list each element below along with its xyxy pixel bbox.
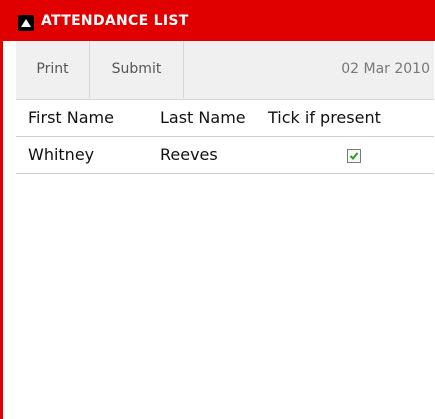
triangle-up-icon	[21, 19, 31, 27]
print-button[interactable]: Print	[16, 41, 90, 98]
window-title: ATTENDANCE LIST	[41, 13, 189, 29]
column-header-first-name: First Name	[28, 108, 114, 127]
last-name-cell: Reeves	[160, 145, 218, 164]
collapse-toggle-button[interactable]	[18, 15, 34, 31]
toolbar: Print Submit 02 Mar 2010	[16, 41, 434, 100]
table-row: Whitney Reeves	[16, 137, 434, 174]
date-label: 02 Mar 2010	[341, 61, 430, 77]
present-checkbox[interactable]	[347, 149, 361, 163]
first-name-cell: Whitney	[28, 145, 95, 164]
title-bar: ATTENDANCE LIST	[3, 0, 435, 41]
table-header-row: First Name Last Name Tick if present	[16, 100, 434, 137]
submit-button[interactable]: Submit	[90, 41, 184, 98]
checkmark-icon	[349, 152, 359, 160]
column-header-last-name: Last Name	[160, 108, 246, 127]
attendance-panel: ATTENDANCE LIST Print Submit 02 Mar 2010…	[0, 0, 435, 419]
column-header-tick-if-present: Tick if present	[268, 108, 381, 127]
